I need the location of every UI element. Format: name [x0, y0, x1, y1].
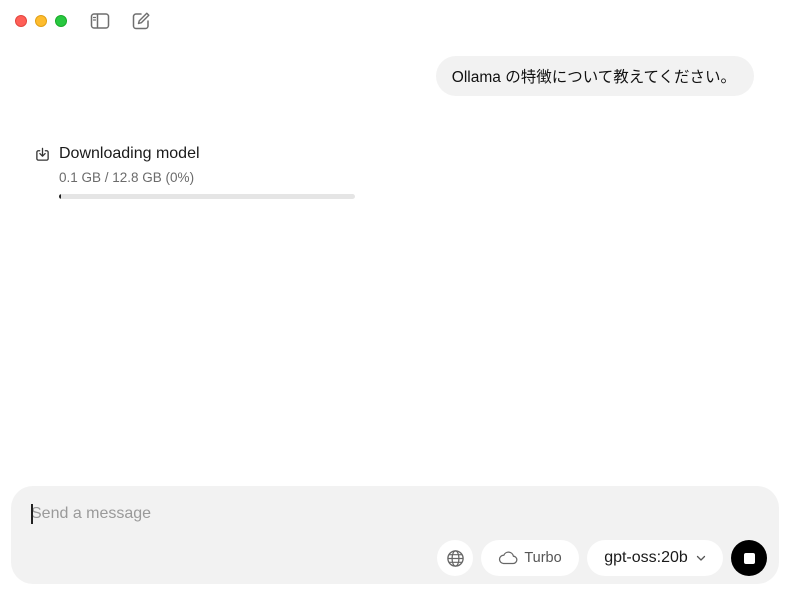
stop-icon [743, 552, 755, 564]
download-progress-text: 0.1 GB / 12.8 GB (0%) [59, 170, 195, 185]
download-icon [34, 146, 50, 162]
turbo-button[interactable]: Turbo [481, 540, 579, 576]
stop-generation-button[interactable] [731, 540, 767, 576]
download-progress-bar [59, 194, 355, 199]
globe-icon [446, 549, 464, 567]
download-header: Downloading model [34, 145, 374, 163]
title-bar [0, 0, 788, 44]
user-message-text: Ollama の特徴について教えてください。 [451, 69, 736, 86]
cloud-icon [499, 551, 518, 565]
turbo-label: Turbo [524, 550, 562, 566]
download-progress-fill [59, 194, 62, 199]
user-message-bubble: Ollama の特徴について教えてください。 [435, 56, 754, 96]
sidebar-toggle-icon[interactable] [90, 11, 110, 31]
model-selector[interactable]: gpt-oss:20b [587, 540, 723, 576]
download-title: Downloading model [59, 145, 200, 162]
window-minimize-button[interactable] [35, 15, 47, 27]
model-label: gpt-oss:20b [604, 549, 688, 566]
chevron-down-icon [696, 555, 705, 561]
message-input[interactable] [31, 502, 731, 526]
window-close-button[interactable] [15, 15, 27, 27]
web-search-button[interactable] [437, 540, 473, 576]
window-maximize-button[interactable] [55, 15, 67, 27]
download-status: Downloading model 0.1 GB / 12.8 GB (0%) [34, 145, 374, 199]
app-window: Ollama の特徴について教えてください。 Downloading model… [0, 0, 788, 592]
message-composer: Turbo gpt-oss:20b [11, 486, 779, 584]
new-chat-icon[interactable] [131, 11, 151, 31]
text-caret [31, 504, 33, 524]
